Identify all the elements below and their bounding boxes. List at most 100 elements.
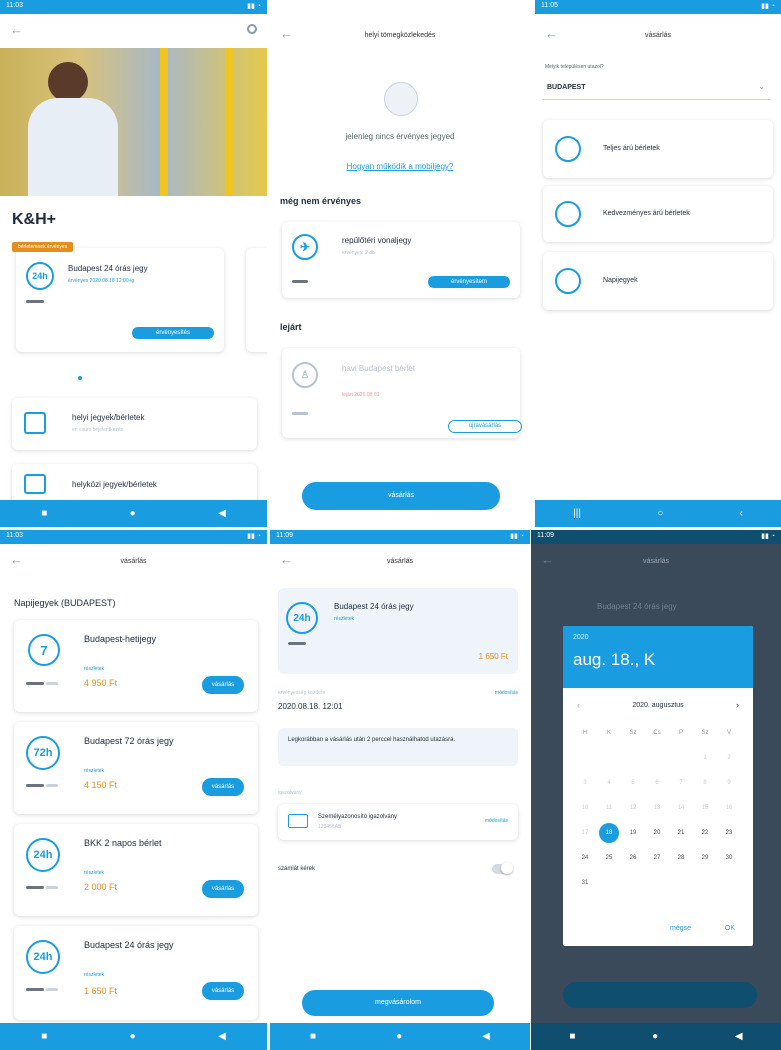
gear-icon[interactable] [247,24,257,34]
calendar-day[interactable]: 29 [693,845,717,870]
calendar-day[interactable]: 28 [669,845,693,870]
calendar-day[interactable] [669,870,693,895]
buy-button[interactable]: vásárlás [302,482,500,510]
recents-icon[interactable]: ■ [310,1031,316,1042]
id-value: Személyazonosító igazolvány [318,814,398,820]
calendar-day[interactable]: 23 [717,820,741,845]
calendar-day[interactable]: 9 [717,770,741,795]
home-icon[interactable]: ● [652,1031,658,1042]
ticket-details-link[interactable]: részletek [84,870,104,876]
home-icon[interactable]: ○ [657,508,663,519]
validate-button[interactable]: érvényesítem [428,276,510,288]
option-discount[interactable]: Kedvezményes árú bérletek [543,186,773,242]
ticket-item-bkk2[interactable]: 24h BKK 2 napos bérlet részletek 2 000 F… [14,824,258,916]
calendar-day[interactable] [597,745,621,770]
back-nav-icon[interactable]: ◀ [218,1031,226,1042]
calendar-day[interactable] [717,870,741,895]
ticket-details-link[interactable]: részletek [84,666,104,672]
ticket-item-24h[interactable]: 24h Budapest 24 órás jegy részletek 1 65… [14,926,258,1020]
ok-button[interactable]: OK [725,925,735,932]
modify-start-link[interactable]: módosítás [495,690,518,696]
calendar-day[interactable]: 6 [645,770,669,795]
flight-ticket-card[interactable]: ✈ repülőtéri vonaljegy érvényes: 2 db ér… [282,222,520,298]
calendar-day[interactable]: 25 [597,845,621,870]
option-full-price[interactable]: Teljes árú bérletek [543,120,773,178]
calendar-day[interactable]: 8 [693,770,717,795]
calendar-day[interactable] [573,745,597,770]
id-card[interactable]: Személyazonosító igazolvány 123456AB mód… [278,804,518,840]
calendar-day[interactable]: 4 [597,770,621,795]
back-icon[interactable]: ← [10,22,23,37]
calendar-day[interactable]: 1 [693,745,717,770]
ticket-details-link[interactable]: részletek [84,972,104,978]
option-daily[interactable]: Napijegyek [543,252,773,310]
calendar-day[interactable] [621,745,645,770]
back-nav-icon[interactable]: ◀ [735,1031,743,1042]
calendar-day[interactable]: 22 [693,820,717,845]
calendar-day[interactable]: 24 [573,845,597,870]
calendar-day[interactable] [621,870,645,895]
expired-ticket-card[interactable]: ♙ havi Budapest bérlet lejárt 2020.08.03… [282,348,522,438]
ticket-item-72h[interactable]: 72h Budapest 72 órás jegy részletek 4 15… [14,722,258,814]
recents-icon[interactable]: ■ [41,508,47,519]
invoice-toggle[interactable] [492,862,513,874]
calendar-day[interactable]: 30 [717,845,741,870]
calendar-day[interactable]: 3 [573,770,597,795]
buy-button[interactable]: vásárlás [202,676,244,694]
calendar-day[interactable] [693,870,717,895]
ticket-item-weekly[interactable]: 7 Budapest-hetijegy részletek 4 950 Ft v… [14,620,258,712]
home-icon[interactable]: ● [130,508,136,519]
cancel-button[interactable]: mégse [670,925,691,932]
rebuy-button[interactable]: újravásárlás [448,420,522,433]
recents-icon[interactable]: ■ [41,1031,47,1042]
calendar-day[interactable]: 17 [573,820,597,845]
calendar-day[interactable]: 16 [717,795,741,820]
ticket-card[interactable]: bérletemnek érvényes 24h Budapest 24 órá… [12,242,224,352]
calendar-day[interactable] [669,745,693,770]
buy-button[interactable]: vásárlás [202,778,244,796]
city-select[interactable]: BUDAPEST ⌄ [543,76,771,100]
recents-icon[interactable]: ■ [569,1031,575,1042]
menu-intercity[interactable]: helyközi jegyek/bérletek [12,464,257,504]
calendar-day[interactable]: 26 [621,845,645,870]
recents-icon[interactable]: ||| [573,508,581,519]
home-icon[interactable]: ● [396,1031,402,1042]
calendar-day-selected[interactable]: 18 [597,820,621,845]
calendar-day[interactable]: 19 [621,820,645,845]
ticket-details-link[interactable]: részletek [84,768,104,774]
calendar-day[interactable]: 7 [669,770,693,795]
buy-button[interactable]: vásárlás [202,982,244,1000]
calendar-day[interactable]: 21 [669,820,693,845]
menu-local[interactable]: helyi jegyek/bérletek en cours bejelentk… [12,398,257,450]
bg-button [563,982,757,1008]
calendar-day[interactable]: 13 [645,795,669,820]
status-bar: 11:09 ▮▮ ◔ [531,530,781,544]
picker-year[interactable]: 2020 [573,634,589,641]
calendar-day[interactable]: 15 [693,795,717,820]
calendar-day[interactable] [597,870,621,895]
calendar-day[interactable]: 10 [573,795,597,820]
calendar-day[interactable]: 12 [621,795,645,820]
calendar-day[interactable]: 27 [645,845,669,870]
calendar-day[interactable] [645,745,669,770]
next-month-icon[interactable]: › [736,700,739,710]
calendar-day[interactable]: 31 [573,870,597,895]
calendar-day[interactable]: 2 [717,745,741,770]
selected-day[interactable]: 18 [599,822,619,843]
ticket-details-link[interactable]: részletek [334,616,354,622]
home-icon[interactable]: ● [130,1031,136,1042]
calendar-day[interactable] [645,870,669,895]
back-nav-icon[interactable]: ◀ [482,1031,490,1042]
id-change-link[interactable]: módosítás [485,818,508,824]
buy-button[interactable]: vásárlás [202,880,244,898]
calendar-day[interactable]: 14 [669,795,693,820]
how-it-works-link[interactable]: Hogyan működik a mobiljegy? [270,162,530,171]
calendar-day[interactable]: 20 [645,820,669,845]
purchase-button[interactable]: megvásárolom [302,990,494,1016]
calendar-day[interactable]: 5 [621,770,645,795]
back-nav-icon[interactable]: ◀ [218,508,226,519]
calendar-day[interactable]: 11 [597,795,621,820]
back-nav-icon[interactable]: ‹ [740,508,743,519]
validate-button[interactable]: érvényesítés [132,327,214,339]
ticket-card-next[interactable] [246,248,267,352]
